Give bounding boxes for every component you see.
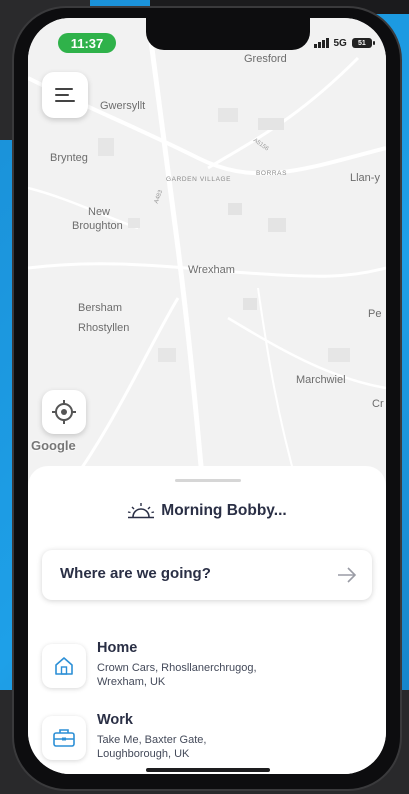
- app-screen: Gresford Gwersyllt Brynteg GARDEN VILLAG…: [28, 18, 386, 774]
- map-district-label: BORRAS: [256, 170, 288, 177]
- map-place-label: Pe: [368, 308, 382, 320]
- map-place-label: New: [88, 206, 111, 218]
- saved-place-title: Home: [97, 640, 138, 656]
- locate-me-button[interactable]: [42, 390, 86, 434]
- network-label: 5G: [333, 37, 347, 49]
- destination-search-input[interactable]: Where are we going?: [42, 550, 372, 600]
- map-place-label: Rhostyllen: [78, 322, 130, 334]
- battery-icon: 51: [351, 38, 375, 48]
- home-icon-tile: [42, 644, 86, 688]
- map-district-label: GARDEN VILLAGE: [166, 176, 232, 183]
- map-place-label: Brynteg: [50, 152, 88, 164]
- status-time: 11:37: [58, 33, 116, 53]
- map-place-label: Gresford: [244, 53, 287, 65]
- address-line: Take Me, Baxter Gate,: [97, 734, 207, 746]
- notch: [146, 18, 310, 50]
- sheet-drag-handle[interactable]: [175, 479, 241, 482]
- home-indicator[interactable]: [146, 768, 270, 772]
- address-line: Crown Cars, Rhosllanerchrugog,: [97, 662, 257, 674]
- saved-place-title: Work: [97, 712, 133, 728]
- briefcase-icon: [53, 729, 75, 747]
- address-line: Wrexham, UK: [97, 676, 166, 688]
- map-place-label: Cr: [372, 398, 384, 410]
- bottom-sheet: Morning Bobby... Where are we going? Hom…: [28, 466, 386, 774]
- work-icon-tile: [42, 716, 86, 760]
- arrow-right-icon: [338, 567, 357, 583]
- saved-place-address: Crown Cars, Rhosllanerchrugog, Wrexham, …: [97, 661, 337, 689]
- map-place-label: Llan-y: [350, 172, 380, 184]
- greeting: Morning Bobby...: [28, 502, 386, 520]
- map-place-label: Bersham: [78, 302, 123, 314]
- saved-place-home[interactable]: Home Crown Cars, Rhosllanerchrugog, Wrex…: [42, 640, 372, 706]
- map-place-label: Gwersyllt: [100, 100, 146, 112]
- sunrise-icon: [128, 503, 155, 519]
- map-place-label: Wrexham: [188, 264, 235, 276]
- saved-place-address: Take Me, Baxter Gate, Loughborough, UK: [97, 733, 337, 761]
- status-icons: 5G 51: [314, 36, 375, 50]
- address-line: Loughborough, UK: [97, 748, 190, 760]
- signal-icon: [314, 38, 329, 48]
- crosshair-icon: [52, 400, 76, 424]
- google-attribution: Google: [31, 438, 76, 453]
- menu-button[interactable]: [42, 72, 88, 118]
- search-placeholder: Where are we going?: [60, 565, 211, 582]
- home-icon: [55, 657, 73, 675]
- map-place-label: Marchwiel: [296, 374, 346, 386]
- saved-place-work[interactable]: Work Take Me, Baxter Gate, Loughborough,…: [42, 712, 372, 774]
- map-place-label: Broughton: [72, 220, 123, 232]
- greeting-text: Morning Bobby...: [161, 502, 287, 519]
